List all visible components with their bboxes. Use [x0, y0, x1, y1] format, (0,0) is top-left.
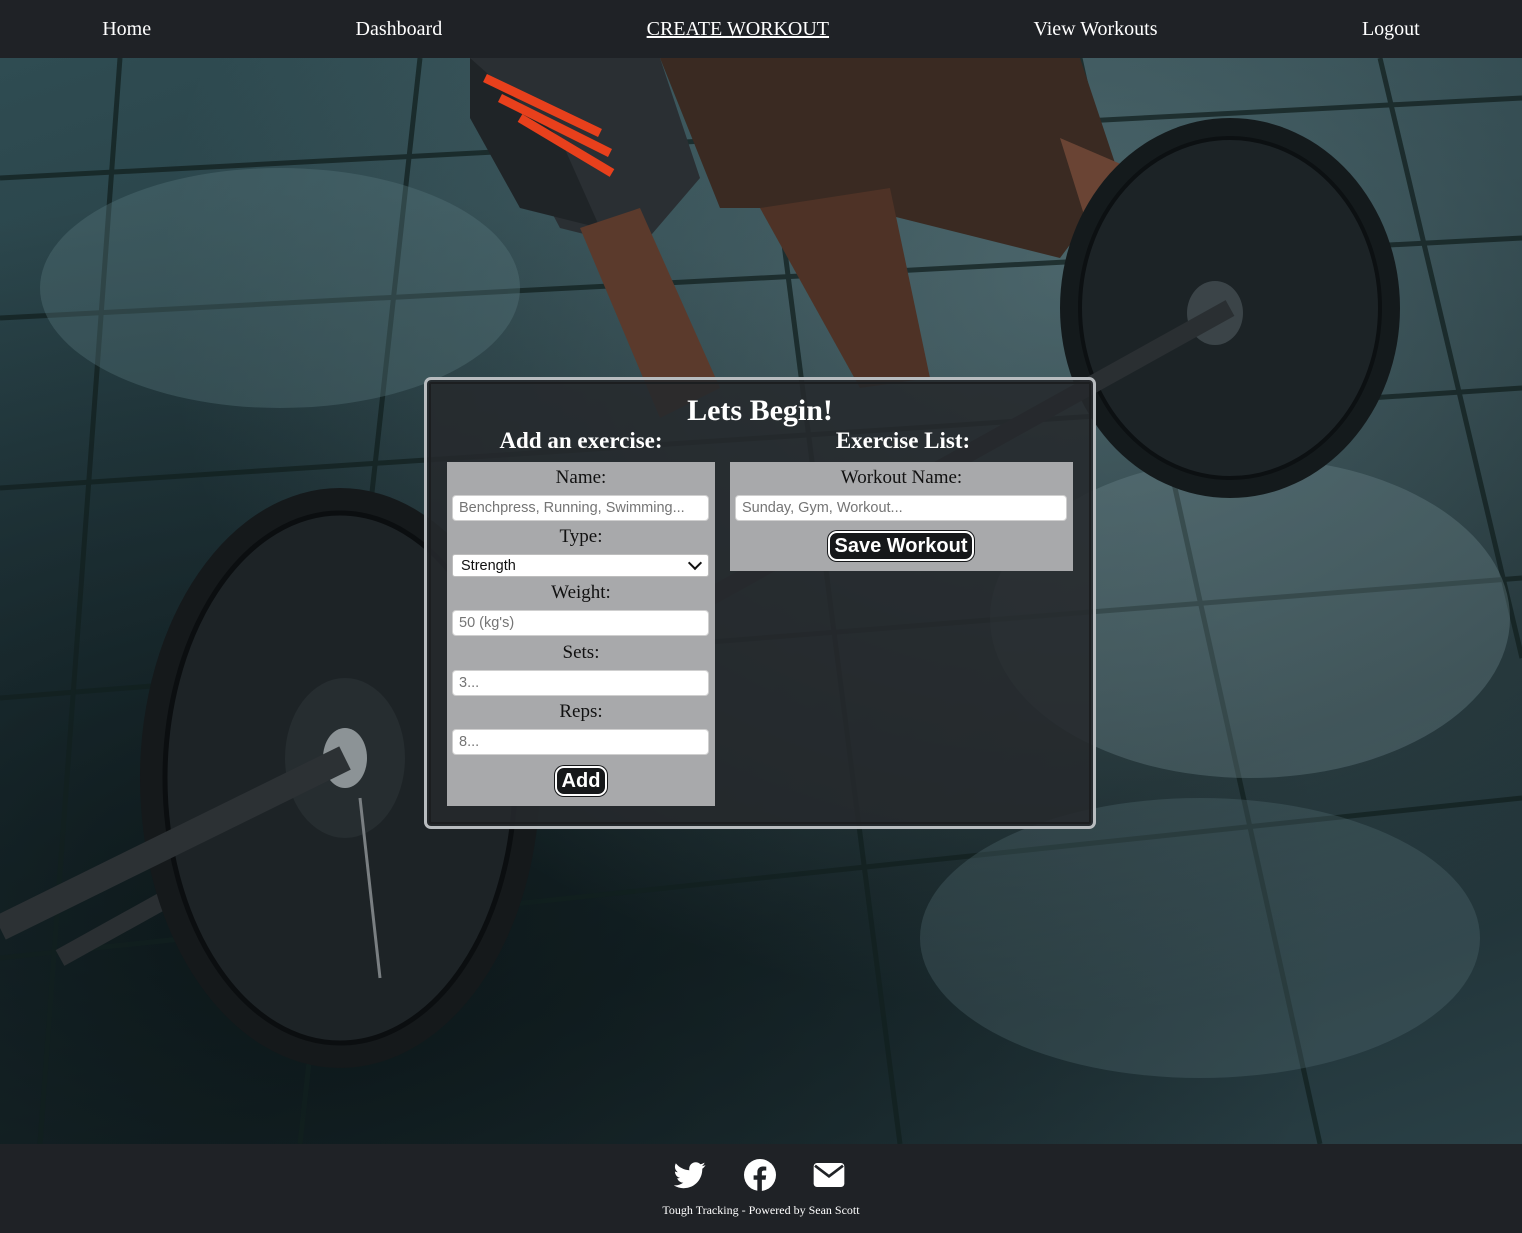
exercise-type-selected: Strength — [461, 557, 516, 574]
create-workout-card: Lets Begin! Add an exercise: Exercise Li… — [424, 377, 1096, 829]
exercise-name-label: Name: — [555, 467, 607, 488]
nav-dashboard-link[interactable]: Dashboard — [356, 18, 443, 41]
exercise-type-label: Type: — [559, 526, 603, 547]
nav-home-link[interactable]: Home — [102, 18, 151, 41]
footer-credit-text: Tough Tracking - Powered by Sean Scott — [662, 1203, 860, 1217]
nav-logout-link[interactable]: Logout — [1362, 18, 1420, 41]
reps-label: Reps: — [559, 701, 603, 722]
reps-input[interactable] — [452, 729, 709, 755]
add-exercise-heading: Add an exercise: — [499, 428, 663, 453]
weight-label: Weight: — [551, 582, 611, 603]
page-footer: Tough Tracking - Powered by Sean Scott — [0, 1144, 1522, 1233]
workout-name-input[interactable] — [735, 495, 1067, 521]
sets-input[interactable] — [452, 670, 709, 696]
facebook-icon[interactable] — [744, 1159, 776, 1191]
mail-icon[interactable] — [813, 1159, 845, 1191]
add-exercise-form: Name: Type: Strength Weight: Sets: Reps:… — [447, 462, 715, 806]
nav-view-workouts-link[interactable]: View Workouts — [1033, 18, 1157, 41]
top-navbar: Home Dashboard CREATE WORKOUT View Worko… — [0, 0, 1522, 58]
card-title: Lets Begin! — [687, 394, 833, 427]
exercise-type-select[interactable]: Strength — [452, 554, 709, 577]
workout-name-label: Workout Name: — [840, 467, 963, 488]
exercise-list-panel: Workout Name: Save Workout — [730, 462, 1073, 571]
twitter-icon[interactable] — [674, 1159, 706, 1191]
chevron-down-icon — [687, 555, 703, 571]
sets-label: Sets: — [562, 642, 600, 663]
weight-input[interactable] — [452, 610, 709, 636]
save-workout-button[interactable]: Save Workout — [828, 531, 974, 561]
add-exercise-button[interactable]: Add — [555, 766, 607, 796]
exercise-name-input[interactable] — [452, 495, 709, 521]
nav-create-workout-link[interactable]: CREATE WORKOUT — [647, 18, 829, 41]
exercise-list-heading: Exercise List: — [835, 428, 971, 453]
